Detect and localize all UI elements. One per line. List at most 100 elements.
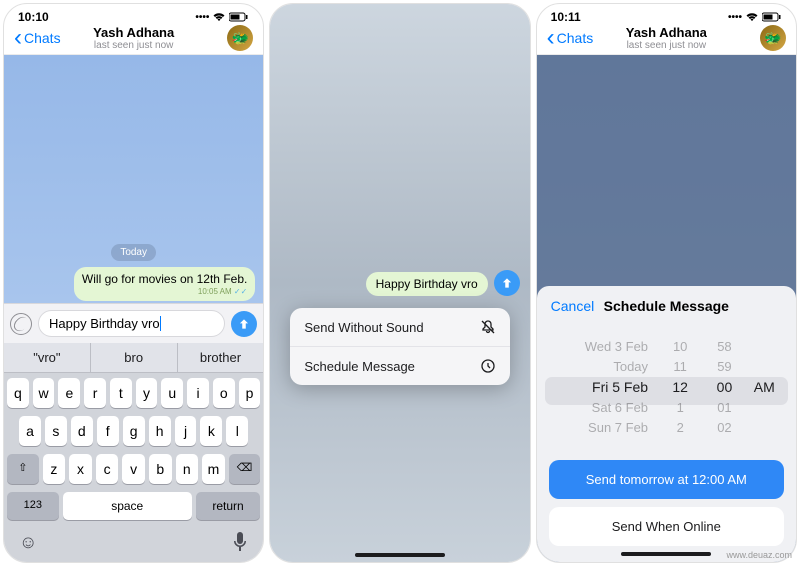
contact-name: Yash Adhana [93,25,174,40]
emoji-key[interactable]: ☺ [19,532,37,557]
clock-icon [480,358,496,374]
chat-area[interactable]: Today Will go for movies on 12th Feb. 10… [4,55,263,303]
key-y[interactable]: y [136,378,158,408]
key-s[interactable]: s [45,416,67,446]
picker-item: 03 [718,440,731,442]
cancel-button[interactable]: Cancel [551,298,595,314]
nav-bar: Chats Yash Adhana last seen just now 🐲 [537,26,796,55]
mic-icon [232,532,248,552]
status-bar: 10:10 •••• [4,4,263,26]
key-w[interactable]: w [33,378,55,408]
contact-status: last seen just now [93,40,174,51]
key-u[interactable]: u [161,378,183,408]
menu-schedule-message[interactable]: Schedule Message [290,347,509,385]
picker-item: 3 [677,440,684,442]
message-input[interactable]: Happy Birthday vro [38,310,225,337]
blurred-background[interactable]: Happy Birthday vro Send Without Sound Sc… [270,4,529,562]
picker-item: Today [613,359,648,374]
datetime-picker[interactable]: Tue 2 Feb Wed 3 Feb Today Fri 5 Feb Sat … [537,326,796,456]
key-e[interactable]: e [58,378,80,408]
phone-2-context-menu: Happy Birthday vro Send Without Sound Sc… [269,3,530,563]
picker-item: Sat 6 Feb [592,400,648,415]
picker-item: 1 [677,400,684,415]
picker-minute-column[interactable]: 57 58 59 00 01 02 03 [702,332,746,442]
contact-status: last seen just now [626,40,707,51]
send-button[interactable] [494,270,520,296]
nav-title[interactable]: Yash Adhana last seen just now [626,25,707,51]
message-outgoing[interactable]: Will go for movies on 12th Feb. 10:05 AM… [74,267,255,301]
picker-item: 9 [677,332,684,334]
keyboard-bottom-row: ☺ [7,528,260,559]
key-r[interactable]: r [84,378,106,408]
key-v[interactable]: v [122,454,145,484]
watermark: www.deuaz.com [726,550,792,560]
phone-1-chat-typing: 10:10 •••• Chats Yash Adhana last seen j… [3,3,264,563]
key-k[interactable]: k [200,416,222,446]
key-l[interactable]: l [226,416,248,446]
attach-icon[interactable] [5,308,36,339]
send-at-time-button[interactable]: Send tomorrow at 12:00 AM [549,460,784,499]
mic-key[interactable] [232,532,248,557]
phone-3-schedule-sheet: 10:11 •••• Chats Yash Adhana last seen j… [536,3,797,563]
back-button[interactable]: Chats [14,30,61,46]
numbers-key[interactable]: 123 [7,492,59,520]
picker-item: Tue 2 Feb [594,332,648,334]
menu-send-without-sound[interactable]: Send Without Sound [290,308,509,347]
key-n[interactable]: n [176,454,199,484]
picker-item: 02 [717,420,731,435]
key-d[interactable]: d [71,416,93,446]
picker-item: 59 [717,359,731,374]
key-b[interactable]: b [149,454,172,484]
wifi-icon [745,12,759,22]
message-text: Will go for movies on 12th Feb. [82,272,247,286]
key-i[interactable]: i [187,378,209,408]
return-key[interactable]: return [196,492,261,520]
date-separator: Today [111,244,156,261]
picker-date-column[interactable]: Tue 2 Feb Wed 3 Feb Today Fri 5 Feb Sat … [551,332,658,442]
picker-ampm-column[interactable]: AM [747,332,782,442]
space-key[interactable]: space [63,492,192,520]
key-h[interactable]: h [149,416,171,446]
suggestion-0[interactable]: "vro" [4,343,91,372]
status-time: 10:11 [551,10,581,24]
suggestion-1[interactable]: bro [91,343,178,372]
schedule-sheet: Cancel Schedule Message Tue 2 Feb Wed 3 … [537,286,796,562]
avatar[interactable]: 🐲 [227,25,253,51]
read-checks-icon: ✓✓ [234,287,247,296]
key-c[interactable]: c [96,454,119,484]
home-indicator[interactable] [621,552,711,556]
picker-item: Wed 3 Feb [585,339,648,354]
picker-item-selected: Fri 5 Feb [592,379,648,395]
key-p[interactable]: p [239,378,261,408]
key-o[interactable]: o [213,378,235,408]
key-j[interactable]: j [175,416,197,446]
key-m[interactable]: m [202,454,225,484]
send-button[interactable] [231,311,257,337]
menu-label: Send Without Sound [304,320,423,335]
send-when-online-button[interactable]: Send When Online [549,507,784,546]
suggestion-2[interactable]: brother [178,343,264,372]
shift-key[interactable]: ⇧ [7,454,39,484]
wifi-icon [212,12,226,22]
picker-item: 58 [717,339,731,354]
backspace-key[interactable]: ⌫ [229,454,261,484]
key-a[interactable]: a [19,416,41,446]
key-z[interactable]: z [43,454,66,484]
message-input-bar: Happy Birthday vro [4,303,263,343]
key-g[interactable]: g [123,416,145,446]
key-t[interactable]: t [110,378,132,408]
key-x[interactable]: x [69,454,92,484]
picker-hour-column[interactable]: 9 10 11 12 1 2 3 [658,332,702,442]
back-button[interactable]: Chats [547,30,594,46]
key-row-4: 123 space return [7,492,260,520]
arrow-up-icon [500,276,514,290]
avatar[interactable]: 🐲 [760,25,786,51]
nav-title[interactable]: Yash Adhana last seen just now [93,25,174,51]
home-indicator[interactable] [355,553,445,557]
key-q[interactable]: q [7,378,29,408]
menu-label: Schedule Message [304,359,415,374]
arrow-up-icon [237,317,251,331]
picker-item: Mon 8 Feb [591,440,648,442]
key-f[interactable]: f [97,416,119,446]
message-meta: 10:05 AM ✓✓ [82,287,247,296]
